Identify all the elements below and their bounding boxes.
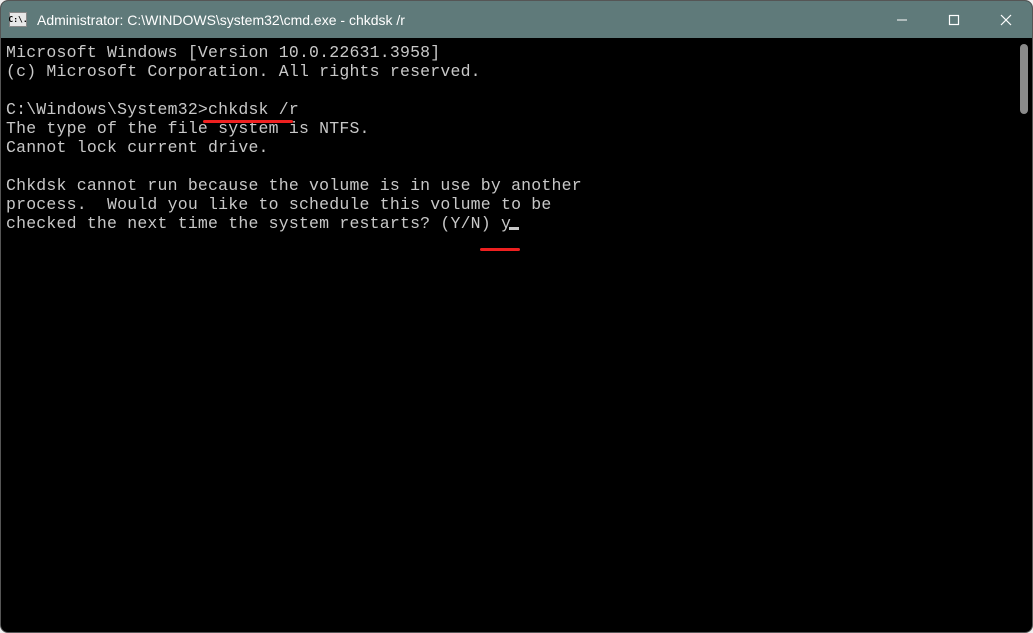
close-button[interactable] [980, 1, 1032, 38]
entered-command: chkdsk /r [208, 100, 299, 119]
command-prompt-window: C:\. Administrator: C:\WINDOWS\system32\… [0, 0, 1033, 633]
minimize-icon [896, 14, 908, 26]
copyright-line: (c) Microsoft Corporation. All rights re… [6, 62, 481, 81]
window-title: Administrator: C:\WINDOWS\system32\cmd.e… [37, 12, 876, 28]
output-msg-2: process. Would you like to schedule this… [6, 195, 552, 214]
vertical-scrollbar[interactable] [1020, 44, 1028, 114]
terminal-output[interactable]: Microsoft Windows [Version 10.0.22631.39… [6, 43, 1014, 627]
output-prompt-question: checked the next time the system restart… [6, 214, 501, 233]
red-underline-annotation [203, 120, 293, 123]
maximize-button[interactable] [928, 1, 980, 38]
minimize-button[interactable] [876, 1, 928, 38]
terminal-area-wrap: Microsoft Windows [Version 10.0.22631.39… [1, 38, 1032, 632]
titlebar[interactable]: C:\. Administrator: C:\WINDOWS\system32\… [1, 1, 1032, 38]
close-icon [1000, 14, 1012, 26]
maximize-icon [948, 14, 960, 26]
version-line: Microsoft Windows [Version 10.0.22631.39… [6, 43, 440, 62]
cmd-icon: C:\. [9, 12, 27, 27]
red-underline-annotation-2 [480, 248, 520, 251]
output-fs-type: The type of the file system is NTFS. [6, 119, 370, 138]
window-controls [876, 1, 1032, 38]
prompt-text: C:\Windows\System32> [6, 100, 208, 119]
user-input-y: y [501, 214, 511, 233]
output-msg-1: Chkdsk cannot run because the volume is … [6, 176, 582, 195]
text-cursor [509, 227, 519, 230]
output-lock-fail: Cannot lock current drive. [6, 138, 269, 157]
